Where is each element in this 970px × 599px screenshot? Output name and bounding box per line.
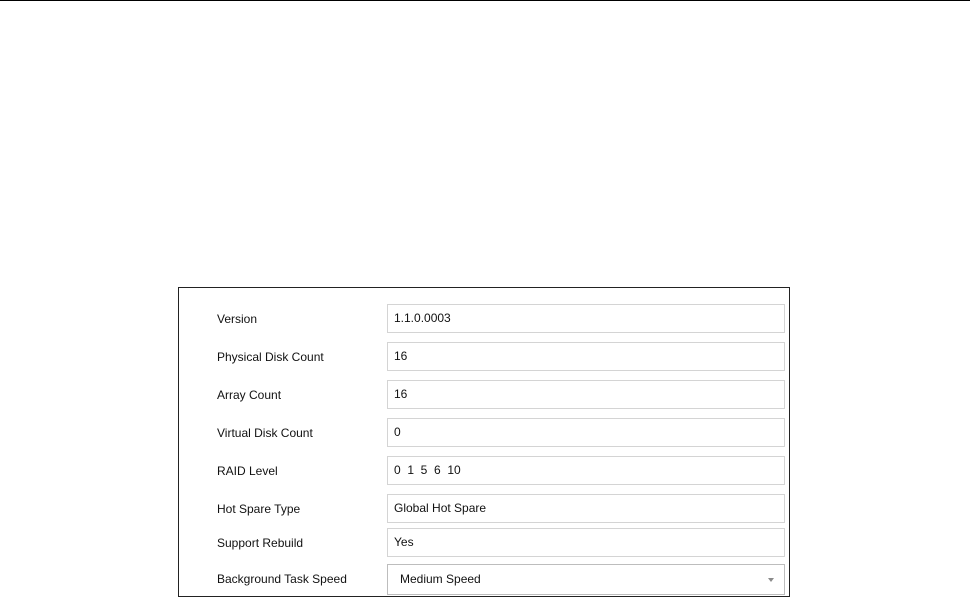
background-task-speed-label: Background Task Speed [217,572,347,586]
row-hot-spare-type: Hot Spare Type Global Hot Spare [179,494,791,524]
raid-level-label: RAID Level [217,464,278,478]
row-support-rebuild: Support Rebuild Yes [179,528,791,558]
row-raid-level: RAID Level 0 1 5 6 10 [179,456,791,486]
row-physical-disk-count: Physical Disk Count 16 [179,342,791,372]
row-background-task-speed: Background Task Speed Medium Speed [179,564,791,595]
physical-disk-count-field: 16 [387,342,785,371]
background-task-speed-value: Medium Speed [400,572,481,586]
raid-info-panel: Version 1.1.0.0003 Physical Disk Count 1… [178,287,790,597]
version-label: Version [217,312,258,326]
array-count-field: 16 [387,380,785,409]
virtual-disk-count-label: Virtual Disk Count [217,426,313,440]
hot-spare-type-label: Hot Spare Type [217,502,301,516]
physical-disk-count-label: Physical Disk Count [217,350,324,364]
row-version: Version 1.1.0.0003 [179,304,791,334]
row-virtual-disk-count: Virtual Disk Count 0 [179,418,791,448]
row-array-count: Array Count 16 [179,380,791,410]
array-count-label: Array Count [217,388,282,402]
raid-level-field: 0 1 5 6 10 [387,456,785,485]
hot-spare-type-field: Global Hot Spare [387,494,785,523]
support-rebuild-label: Support Rebuild [217,536,304,550]
virtual-disk-count-field: 0 [387,418,785,447]
top-divider [0,0,970,1]
page: Version 1.1.0.0003 Physical Disk Count 1… [0,0,970,599]
version-field: 1.1.0.0003 [387,304,785,333]
chevron-down-icon [768,578,774,582]
background-task-speed-select[interactable]: Medium Speed [387,564,785,595]
support-rebuild-field: Yes [387,528,785,557]
